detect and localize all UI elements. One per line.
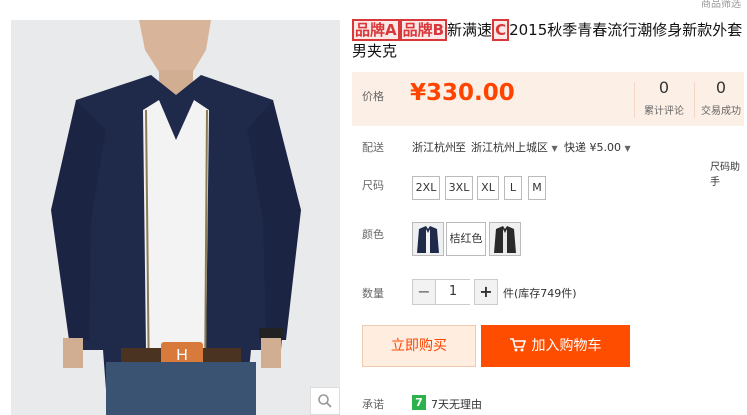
- ship-from: 浙江杭州: [412, 141, 456, 154]
- review-count-stat[interactable]: 0 累计评论: [637, 78, 691, 117]
- quantity-label: 数量: [362, 287, 384, 300]
- label-b: 品牌B: [399, 19, 448, 41]
- review-count: 0: [658, 78, 670, 97]
- size-option[interactable]: M: [528, 176, 546, 200]
- shipping-label: 配送: [362, 141, 384, 154]
- jacket-thumbnail: [490, 223, 520, 255]
- add-to-cart-button[interactable]: 加入购物车: [481, 325, 630, 367]
- ship-to-select[interactable]: 浙江杭州上城区 ▼: [471, 139, 558, 155]
- jacket-photo: H: [11, 20, 340, 415]
- size-label: 尺码: [362, 179, 384, 192]
- label-c: C: [492, 19, 510, 41]
- title-mid: 新满速: [447, 21, 493, 39]
- zoom-button[interactable]: [310, 387, 340, 415]
- promise-text[interactable]: 7天无理由: [431, 396, 482, 412]
- price-value: ¥330.00: [410, 80, 515, 106]
- ship-to: 浙江杭州上城区: [471, 141, 548, 154]
- size-option[interactable]: 3XL: [445, 176, 473, 200]
- stock-text: 件(库存749件): [503, 287, 577, 300]
- add-to-cart-label: 加入购物车: [531, 338, 602, 354]
- caret-down-icon: ▼: [624, 144, 631, 153]
- review-count-label: 累计评论: [644, 106, 684, 117]
- sales-count-label: 交易成功: [701, 106, 741, 117]
- quantity-decrease-button[interactable]: −: [412, 279, 436, 305]
- quantity-input[interactable]: 1: [436, 279, 470, 305]
- ship-to-word: 至: [455, 141, 466, 154]
- size-helper-link[interactable]: 尺码助手: [710, 158, 747, 188]
- search-icon: [318, 394, 332, 408]
- svg-text:H: H: [176, 347, 188, 364]
- jacket-thumbnail: [413, 223, 443, 255]
- seven-day-badge-icon: 7: [412, 395, 426, 410]
- sales-count: 0: [715, 78, 727, 97]
- color-label: 颜色: [362, 228, 384, 241]
- product-image[interactable]: H: [11, 20, 340, 415]
- price-label: 价格: [362, 90, 384, 103]
- divider: [634, 82, 635, 118]
- cart-icon: [509, 338, 526, 352]
- shipping-method-select[interactable]: 快递 ¥5.00 ▼: [564, 139, 631, 155]
- color-swatch-2[interactable]: [489, 222, 521, 256]
- sales-count-stat[interactable]: 0 交易成功: [694, 78, 747, 117]
- shipping-method: 快递 ¥5.00: [564, 141, 621, 154]
- color-swatch-1[interactable]: [412, 222, 444, 256]
- price-panel: 价格 ¥330.00 0 累计评论 0 交易成功: [352, 72, 744, 126]
- product-title: 品牌A 品牌B 新满速 C 2015秋季青春流行潮修身新款外套男夹克: [352, 19, 744, 62]
- promise-label: 承诺: [362, 398, 384, 411]
- size-option[interactable]: XL: [477, 176, 499, 200]
- top-right-link[interactable]: 商品筛选: [701, 0, 741, 10]
- caret-down-icon: ▼: [551, 144, 558, 153]
- size-option[interactable]: 2XL: [412, 176, 440, 200]
- label-a: 品牌A: [352, 19, 400, 41]
- size-option[interactable]: L: [504, 176, 522, 200]
- color-option-orange[interactable]: 桔红色: [446, 222, 486, 256]
- buy-now-button[interactable]: 立即购买: [362, 325, 476, 367]
- quantity-increase-button[interactable]: +: [474, 279, 498, 305]
